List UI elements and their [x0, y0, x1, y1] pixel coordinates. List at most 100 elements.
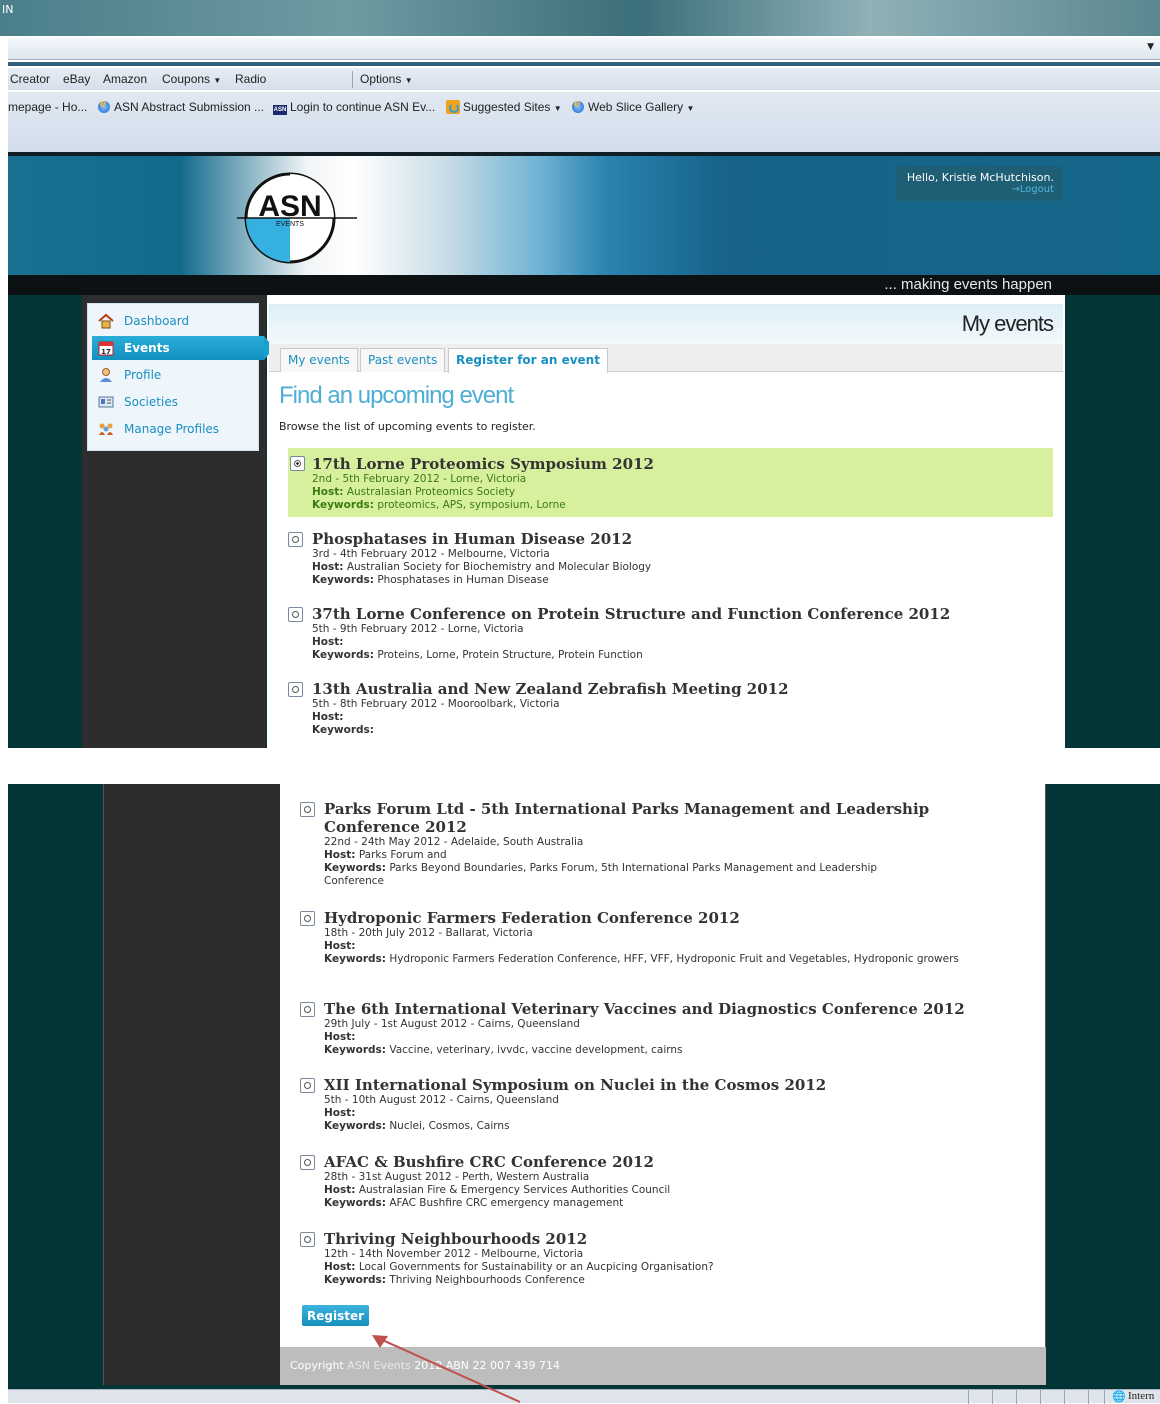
address-dropdown-icon[interactable]: ▼	[1147, 42, 1154, 52]
window-title: ІN	[2, 3, 14, 16]
browser-toolbar: Creator eBay Amazon Coupons ▼ Radio Opti…	[8, 68, 1160, 90]
event-radio[interactable]	[300, 1002, 315, 1017]
site-header: ASN EVENTS Hello, Kristie McHutchison. →…	[8, 156, 1160, 275]
event-keywords: Keywords: Nuclei, Cosmos, Cairns	[324, 1120, 510, 1132]
event-radio[interactable]	[288, 532, 303, 547]
event-item[interactable]: Phosphatases in Human Disease 2012 3rd -…	[288, 530, 1053, 587]
chevron-down-icon: ▼	[553, 104, 562, 113]
event-item[interactable]: The 6th International Veterinary Vaccine…	[300, 1000, 1000, 1057]
event-radio[interactable]	[300, 802, 315, 817]
event-title: Thriving Neighbourhoods 2012	[324, 1230, 588, 1248]
event-keywords: Keywords: Phosphatases in Human Disease	[312, 574, 549, 586]
event-date: 29th July - 1st August 2012 - Cairns, Qu…	[324, 1018, 580, 1030]
event-host: Host: Australian Society for Biochemistr…	[312, 561, 652, 573]
event-item[interactable]: 17th Lorne Proteomics Symposium 2012 2nd…	[288, 448, 1053, 517]
toolbar-radio[interactable]: Radio	[235, 72, 266, 86]
event-host: Host:	[324, 940, 356, 952]
toolbar-creator[interactable]: Creator	[10, 72, 50, 86]
home-icon	[98, 313, 114, 329]
chevron-down-icon: ▼	[404, 76, 413, 85]
event-title: 17th Lorne Proteomics Symposium 2012	[312, 455, 654, 473]
sidebar-item-manage-profiles[interactable]: Manage Profiles	[92, 417, 254, 441]
event-radio[interactable]	[288, 607, 303, 622]
event-radio[interactable]	[288, 682, 303, 697]
event-item[interactable]: Hydroponic Farmers Federation Conference…	[300, 909, 960, 966]
event-host: Host: Parks Forum and	[324, 849, 447, 861]
event-date: 28th - 31st August 2012 - Perth, Western…	[324, 1171, 590, 1183]
event-item[interactable]: AFAC & Bushfire CRC Conference 2012 28th…	[300, 1153, 1000, 1210]
toolbar-separator	[352, 71, 353, 88]
event-item[interactable]: 37th Lorne Conference on Protein Structu…	[288, 605, 1053, 662]
event-keywords: Keywords:	[312, 724, 374, 736]
event-date: 5th - 10th August 2012 - Cairns, Queensl…	[324, 1094, 559, 1106]
event-host: Host: Local Governments for Sustainabili…	[324, 1261, 714, 1273]
asn-favicon-icon: ASN	[273, 105, 287, 115]
section-heading: Find an upcoming event	[279, 382, 514, 409]
sidebar-item-events[interactable]: 17 Events	[92, 336, 274, 360]
toolbar-ebay[interactable]: eBay	[63, 72, 90, 86]
toolbar-coupons[interactable]: Coupons ▼	[162, 72, 221, 86]
favorite-web-slice[interactable]: Web Slice Gallery ▼	[572, 98, 695, 114]
event-title: Hydroponic Farmers Federation Conference…	[324, 909, 740, 927]
event-date: 5th - 8th February 2012 - Mooroolbark, V…	[312, 698, 560, 710]
toolbar-options[interactable]: Options ▼	[360, 72, 413, 86]
asn-events-logo[interactable]: ASN EVENTS	[237, 166, 367, 276]
favorite-suggested-sites[interactable]: Suggested Sites ▼	[446, 100, 562, 114]
event-date: 2nd - 5th February 2012 - Lorne, Victori…	[312, 473, 527, 485]
event-radio[interactable]	[300, 911, 315, 926]
event-radio[interactable]	[300, 1232, 315, 1247]
event-item[interactable]: Parks Forum Ltd - 5th International Park…	[300, 800, 940, 888]
event-radio[interactable]	[300, 1155, 315, 1170]
event-title: Phosphatases in Human Disease 2012	[312, 530, 633, 548]
sidebar-item-dashboard[interactable]: Dashboard	[92, 309, 254, 333]
event-title: 37th Lorne Conference on Protein Structu…	[312, 605, 951, 623]
event-host: Host: Australasian Fire & Emergency Serv…	[324, 1184, 671, 1196]
favorite-login[interactable]: ASN Login to continue ASN Ev...	[273, 100, 435, 115]
event-radio[interactable]	[300, 1078, 315, 1093]
event-item[interactable]: Thriving Neighbourhoods 2012 12th - 14th…	[300, 1230, 1000, 1287]
calendar-icon: 17	[98, 341, 114, 356]
sidebar-item-profile[interactable]: Profile	[92, 363, 254, 387]
sidebar-item-societies[interactable]: Societies	[92, 390, 254, 414]
event-host: Host:	[312, 636, 344, 648]
address-bar[interactable]: ▼	[8, 38, 1160, 60]
intro-text: Browse the list of upcoming events to re…	[279, 420, 536, 433]
tab-past-events[interactable]: Past events	[360, 348, 446, 372]
logout-link[interactable]: →Logout	[904, 184, 1054, 195]
toolbar-amazon[interactable]: Amazon	[103, 72, 147, 86]
logo-subtext: EVENTS	[276, 221, 304, 228]
suggested-sites-icon	[446, 100, 460, 114]
window-titlebar: ІN	[0, 0, 1160, 36]
event-title: XII International Symposium on Nuclei in…	[324, 1076, 827, 1094]
logo-text: ASN	[258, 190, 321, 223]
svg-text:17: 17	[101, 348, 111, 356]
register-button[interactable]: Register	[302, 1305, 369, 1326]
event-title: 13th Australia and New Zealand Zebrafish…	[312, 680, 789, 698]
event-date: 5th - 9th February 2012 - Lorne, Victori…	[312, 623, 524, 635]
event-item[interactable]: XII International Symposium on Nuclei in…	[300, 1076, 1000, 1133]
event-host: Host:	[312, 711, 344, 723]
event-date: 18th - 20th July 2012 - Ballarat, Victor…	[324, 927, 533, 939]
sidebar-item-label: Manage Profiles	[124, 422, 220, 436]
sidebar-item-label: Societies	[124, 395, 178, 409]
user-greeting-box: Hello, Kristie McHutchison. →Logout	[896, 166, 1062, 201]
event-host: Host: Australasian Proteomics Society	[312, 486, 516, 498]
people-icon	[99, 423, 113, 435]
event-title: Parks Forum Ltd - 5th International Park…	[324, 800, 930, 836]
status-zone: Intern	[1128, 1390, 1155, 1402]
sidebar-item-label: Profile	[124, 368, 162, 382]
event-date: 12th - 14th November 2012 - Melbourne, V…	[324, 1248, 584, 1260]
favorite-homepage[interactable]: mepage - Ho...	[8, 100, 87, 114]
globe-icon: 🌐	[1112, 1391, 1126, 1403]
event-item[interactable]: 13th Australia and New Zealand Zebrafish…	[288, 680, 1053, 737]
sidebar-nav: Dashboard 17 Events Profile Societies Ma…	[87, 303, 274, 451]
top-screenshot: ІN ▼ Creator eBay Amazon Coupons ▼ Radio…	[0, 0, 1160, 748]
event-radio[interactable]	[290, 456, 305, 471]
event-keywords: Keywords: Thriving Neighbourhoods Confer…	[324, 1274, 585, 1286]
tab-my-events[interactable]: My events	[280, 348, 358, 372]
sidebar-item-label: Events	[124, 341, 170, 355]
chevron-down-icon: ▼	[686, 104, 695, 113]
event-date: 22nd - 24th May 2012 - Adelaide, South A…	[324, 836, 584, 848]
favorite-asn-abstract[interactable]: ASN Abstract Submission ...	[98, 98, 264, 114]
tab-register-for-event[interactable]: Register for an event	[448, 348, 608, 373]
